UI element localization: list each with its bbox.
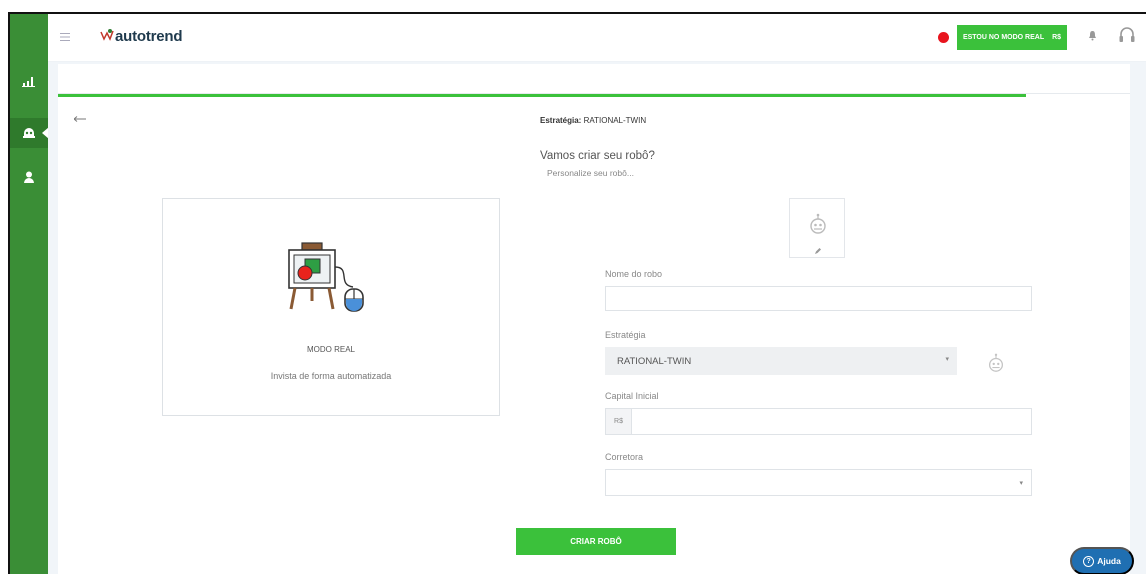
capital-input-group[interactable]: R$ (605, 408, 1032, 435)
broker-select[interactable]: ▾ (605, 469, 1032, 496)
strategy-summary-label: Estratégia: (540, 116, 582, 125)
robot-icon (23, 128, 35, 138)
logo-text: autotrend (115, 28, 183, 45)
robot-avatar-picker[interactable] (789, 198, 845, 258)
bell-icon[interactable] (1088, 30, 1097, 41)
panel-header (58, 64, 1130, 94)
real-mode-label: ESTOU NO MODO REAL (962, 34, 1045, 41)
bar-chart-icon (22, 77, 35, 87)
help-button[interactable]: ? Ajuda (1070, 547, 1134, 574)
logo[interactable]: autotrend (100, 28, 183, 45)
top-bar: autotrend ESTOU NO MODO REAL R$ (48, 14, 1146, 62)
main-content: Estratégia: RATIONAL-TWIN Vamos criar se… (48, 62, 1146, 574)
page-subtitle: Personalize seu robô... (547, 168, 634, 178)
strategy-summary-value: RATIONAL-TWIN (583, 116, 647, 125)
user-icon (24, 171, 34, 183)
strategy-robot-icon (989, 353, 1003, 372)
recording-indicator (938, 32, 949, 43)
back-arrow-icon[interactable] (74, 116, 86, 122)
mode-card-description: Invista de forma automatizada (270, 371, 392, 381)
strategy-select-value: RATIONAL-TWIN (617, 355, 692, 367)
robot-name-label: Nome do robo (605, 269, 663, 279)
easel-mouse-icon (288, 242, 364, 312)
edit-pencil-icon[interactable] (814, 247, 822, 255)
robot-name-input[interactable] (605, 286, 1032, 311)
chevron-down-icon: ▾ (945, 356, 949, 363)
page-title: Vamos criar seu robô? (540, 150, 655, 162)
menu-icon[interactable] (60, 33, 70, 41)
strategy-select[interactable]: RATIONAL-TWIN ▾ (605, 347, 957, 375)
sidebar-item-robots[interactable] (10, 118, 49, 148)
wizard-progress-bar (58, 94, 1026, 97)
sidebar-item-profile[interactable] (10, 162, 48, 192)
create-robot-button[interactable]: CRIAR ROBÔ (516, 528, 676, 555)
strategy-summary: Estratégia: RATIONAL-TWIN (540, 116, 646, 125)
headset-icon[interactable] (1118, 26, 1136, 46)
help-label: Ajuda (1097, 556, 1121, 566)
capital-label: Capital Inicial (605, 391, 659, 401)
robot-avatar-icon (810, 213, 826, 234)
strategy-label: Estratégia (605, 330, 646, 340)
currency-prefix: R$ (606, 409, 632, 434)
sidebar (10, 14, 49, 574)
chevron-down-icon: ▾ (1019, 480, 1023, 487)
app-window: autotrend ESTOU NO MODO REAL R$ Estratég… (8, 12, 1146, 574)
sidebar-item-dashboard[interactable] (10, 66, 48, 96)
real-mode-badge: R$ (1052, 34, 1062, 41)
help-icon: ? (1083, 555, 1095, 567)
broker-label: Corretora (605, 452, 644, 462)
capital-input[interactable] (633, 409, 1031, 434)
create-robot-panel: Estratégia: RATIONAL-TWIN Vamos criar se… (58, 64, 1130, 574)
mode-card-title: MODO REAL (306, 345, 355, 354)
mode-card[interactable]: MODO REAL Invista de forma automatizada (162, 198, 500, 416)
logo-mark-icon (100, 28, 114, 45)
real-mode-button[interactable]: ESTOU NO MODO REAL R$ (957, 25, 1067, 50)
